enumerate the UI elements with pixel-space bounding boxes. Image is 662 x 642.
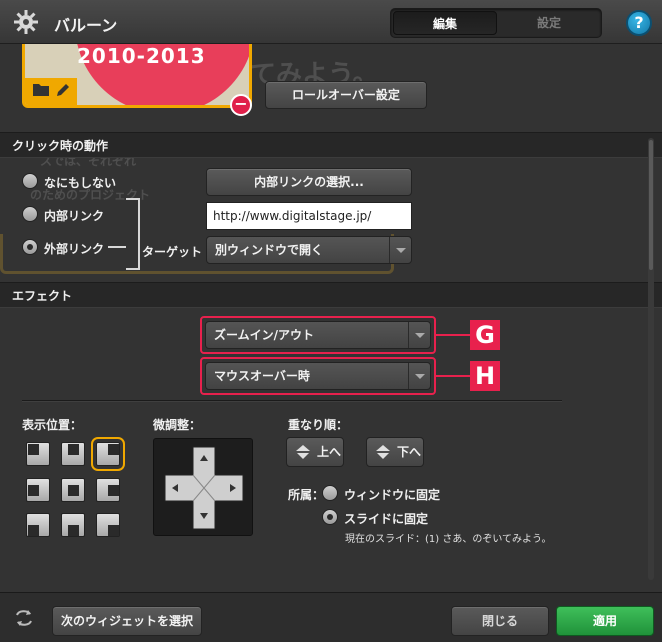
radio-label: ウィンドウに固定 — [344, 488, 441, 502]
rollover-settings-button[interactable]: ロールオーバー設定 — [265, 81, 427, 109]
marker-h: H — [470, 361, 500, 391]
send-backward-button[interactable]: 下へ — [366, 437, 424, 467]
radio-button-selected[interactable] — [322, 509, 338, 525]
select-next-widget-button[interactable]: 次のウィジェットを選択 — [52, 606, 202, 636]
position-middle-left[interactable] — [26, 478, 50, 502]
chevron-down-icon — [389, 237, 411, 263]
arrow-down-icon[interactable] — [200, 513, 208, 519]
target-label: ターゲット — [142, 245, 203, 259]
remove-image-button[interactable]: − — [230, 94, 252, 116]
thumbnail-toolbar — [25, 78, 77, 105]
click-action-header: クリック時の動作 — [0, 132, 662, 158]
send-backward-label: 下へ — [397, 445, 422, 459]
arrow-left-icon[interactable] — [172, 484, 178, 492]
external-url-input[interactable]: http://www.digitalstage.jp/ — [206, 202, 412, 230]
radio-label: 外部リンク — [44, 242, 105, 256]
effect-select[interactable]: ズームイン/アウト — [205, 321, 431, 349]
title-bar: バルーン 編集 設定 ? — [0, 0, 662, 44]
position-top-left[interactable] — [26, 442, 50, 466]
target-select-value: 別ウィンドウで開く — [215, 243, 324, 257]
balloon-widget-window: バルーン 編集 設定 ? てみよう。 スでは、それぞれ のためのプロジェクト 2… — [0, 0, 662, 642]
radio-button-selected[interactable] — [22, 239, 38, 255]
apply-button[interactable]: 適用 — [556, 606, 654, 636]
position-bottom-right[interactable] — [96, 513, 120, 537]
order-label: 重なり順： — [288, 418, 349, 432]
fine-tune-label: 微調整： — [153, 418, 202, 432]
position-middle-right[interactable] — [96, 478, 120, 502]
balloon-thumbnail[interactable]: 2010-2013 — [22, 44, 252, 108]
radio-label: 内部リンク — [44, 209, 105, 223]
window-title: バルーン — [54, 16, 118, 35]
scrollbar-thumb[interactable] — [649, 140, 653, 270]
close-button[interactable]: 閉じる — [451, 606, 549, 636]
pencil-icon[interactable] — [55, 82, 71, 102]
target-bracket — [126, 198, 140, 270]
tab-edit[interactable]: 編集 — [393, 11, 497, 35]
chevron-down-icon — [408, 363, 430, 389]
section-divider — [22, 400, 562, 402]
position-middle-center[interactable] — [61, 478, 85, 502]
arrow-right-icon[interactable] — [230, 484, 236, 492]
radio-label: スライドに固定 — [344, 512, 429, 526]
effect-select-value: ズームイン/アウト — [214, 328, 315, 342]
radio-button[interactable] — [322, 485, 338, 501]
marker-line-h — [436, 375, 470, 377]
position-label: 表示位置： — [22, 418, 83, 432]
trigger-select[interactable]: マウスオーバー時 — [205, 362, 431, 390]
connector-line — [108, 246, 126, 248]
radio-button[interactable] — [22, 173, 38, 189]
bring-forward-label: 上へ — [317, 445, 342, 459]
belong-label: 所属： — [288, 488, 325, 502]
mode-segmented-control: 編集 設定 — [390, 8, 602, 38]
help-button[interactable]: ? — [626, 10, 652, 36]
arrow-up-icon[interactable] — [200, 455, 208, 461]
position-top-center[interactable] — [61, 442, 85, 466]
current-slide-note: 現在のスライド：(1) さあ、のぞいてみよう。 — [345, 534, 552, 545]
fine-tune-pad — [153, 438, 253, 536]
layer-down-icon — [376, 445, 390, 459]
chevron-down-icon — [408, 322, 430, 348]
folder-icon[interactable] — [33, 82, 49, 100]
radio-button[interactable] — [22, 206, 38, 222]
marker-line-g — [436, 334, 470, 336]
bring-forward-button[interactable]: 上へ — [286, 437, 344, 467]
gear-icon — [14, 10, 38, 34]
radio-label: なにもしない — [44, 176, 117, 190]
effect-header: エフェクト — [0, 282, 662, 308]
trigger-select-value: マウスオーバー時 — [214, 369, 310, 383]
select-internal-link-button[interactable]: 内部リンクの選択... — [206, 168, 412, 196]
position-bottom-center[interactable] — [61, 513, 85, 537]
position-bottom-left[interactable] — [26, 513, 50, 537]
position-top-right[interactable] — [91, 437, 125, 471]
tab-settings[interactable]: 設定 — [497, 11, 601, 35]
layer-up-icon — [296, 445, 310, 459]
swap-icon[interactable] — [14, 609, 34, 627]
target-select[interactable]: 別ウィンドウで開く — [206, 236, 412, 264]
marker-g: G — [470, 320, 500, 350]
thumbnail-text: 2010-2013 — [77, 44, 206, 68]
